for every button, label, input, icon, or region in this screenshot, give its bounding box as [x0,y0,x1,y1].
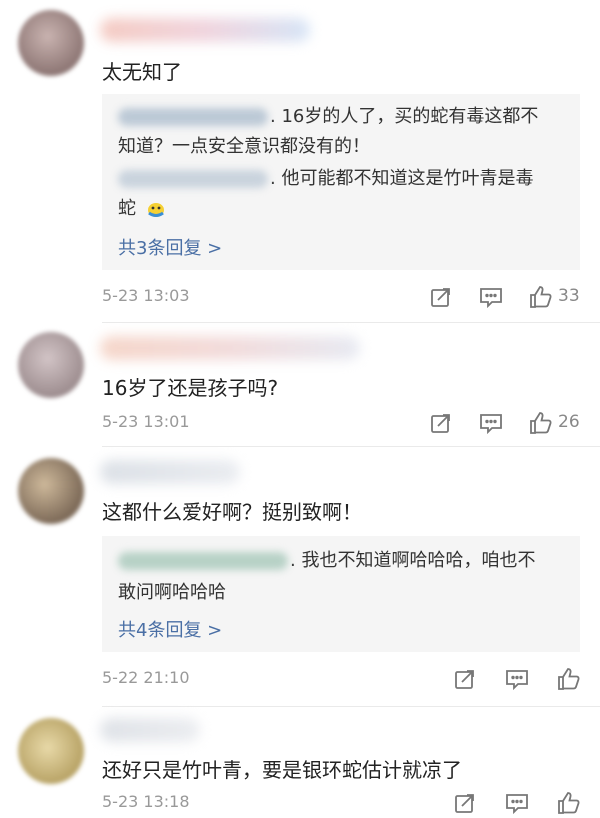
reply-line: 蛇 [118,196,166,222]
more-replies-link[interactable]: 共3条回复 > [118,234,222,260]
timestamp: 5-23 13:03 [102,286,190,305]
reply-text: . 16岁的人了，买的蛇有毒这都不 [270,106,539,127]
divider [102,322,600,323]
comment-meta: 5-22 21:10 [102,666,584,694]
username[interactable] [100,460,240,484]
comment-icon[interactable] [478,410,504,436]
reply-text: . 我也不知道啊哈哈哈，咱也不 [290,550,536,571]
like-icon[interactable] [556,790,582,816]
comment-icon[interactable] [504,666,530,692]
username[interactable] [100,718,200,742]
avatar[interactable] [18,718,84,784]
comment-meta: 5-23 13:01 26 [102,410,584,438]
reply-line: . 我也不知道啊哈哈哈，咱也不 [118,548,535,574]
reply-line: . 16岁的人了，买的蛇有毒这都不 [118,104,538,130]
avatar[interactable] [18,458,84,524]
emoji-icon [146,199,166,219]
forward-icon[interactable] [428,410,454,436]
divider [102,706,600,707]
comment-text: 还好只是竹叶青，要是银环蛇估计就凉了 [102,758,462,782]
reply-text: 蛇 [118,198,136,219]
like-icon[interactable] [528,410,554,436]
comment-icon[interactable] [478,284,504,310]
comment-text: 太无知了 [102,60,182,84]
divider [102,446,600,447]
username[interactable] [100,18,310,42]
reply-username[interactable] [118,170,268,188]
like-count: 26 [558,412,580,432]
avatar[interactable] [18,10,84,76]
timestamp: 5-22 21:10 [102,668,190,687]
more-replies-link[interactable]: 共4条回复 > [118,616,222,642]
reply-line: 敢问啊哈哈哈 [118,582,226,603]
comment-text: 16岁了还是孩子吗? [102,376,279,400]
forward-icon[interactable] [452,666,478,692]
forward-icon[interactable] [428,284,454,310]
comment-text: 这都什么爱好啊？挺别致啊！ [102,500,362,524]
forward-icon[interactable] [452,790,478,816]
reply-text: . 他可能都不知道这是竹叶青是毒 [270,168,534,189]
reply-line: 知道？一点安全意识都没有的！ [118,136,370,157]
like-count: 33 [558,286,580,306]
like-icon[interactable] [528,284,554,310]
like-icon[interactable] [556,666,582,692]
timestamp: 5-23 13:18 [102,792,190,811]
comment-meta: 5-23 13:18 [102,790,584,818]
reply-line: . 他可能都不知道这是竹叶青是毒 [118,166,533,192]
reply-box[interactable]: . 我也不知道啊哈哈哈，咱也不 敢问啊哈哈哈 共4条回复 > [102,536,580,652]
avatar[interactable] [18,332,84,398]
comment-meta: 5-23 13:03 33 [102,284,584,312]
reply-box[interactable]: . 16岁的人了，买的蛇有毒这都不 知道？一点安全意识都没有的！ . 他可能都不… [102,94,580,270]
reply-username[interactable] [118,108,268,126]
reply-username[interactable] [118,552,288,570]
comment-icon[interactable] [504,790,530,816]
username[interactable] [100,336,360,360]
timestamp: 5-23 13:01 [102,412,190,431]
